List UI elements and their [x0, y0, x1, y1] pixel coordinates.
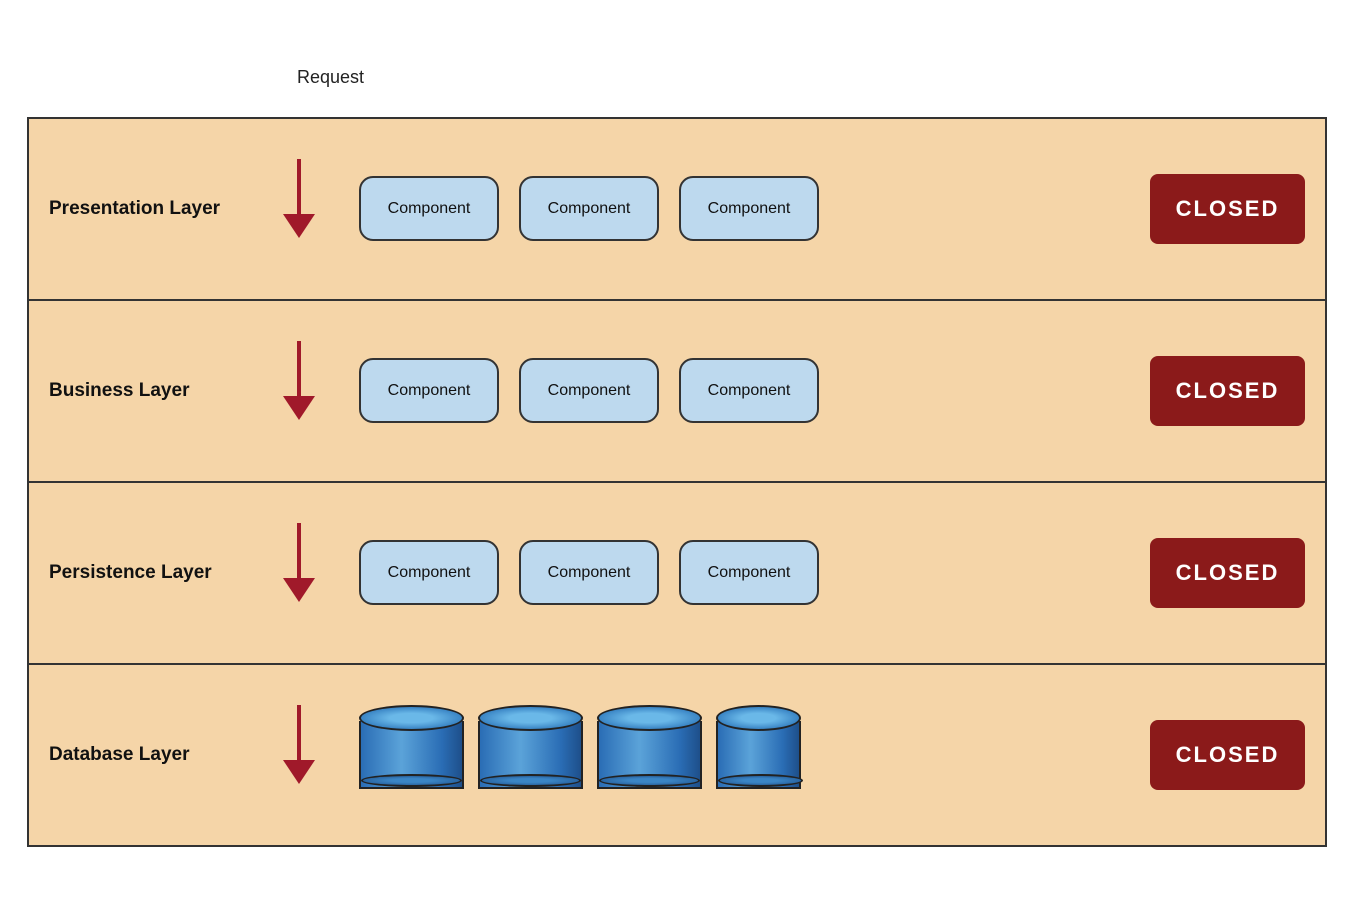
business-arrow-col	[249, 321, 349, 461]
diagram-container: Request Presentation Layer Component Com…	[27, 67, 1327, 857]
persistence-layer: Persistence Layer Component Component Co…	[27, 483, 1327, 665]
persistence-layer-label: Persistence Layer	[49, 562, 249, 584]
database-layer-label: Database Layer	[49, 744, 249, 766]
business-layer: Business Layer Component Component Compo…	[27, 301, 1327, 483]
db-top-4	[716, 705, 801, 731]
db-cylinder-4	[716, 705, 801, 795]
database-closed-badge: CLOSED	[1150, 720, 1305, 790]
business-component-2: Component	[519, 358, 659, 423]
persistence-components: Component Component Component	[349, 540, 1150, 605]
presentation-layer: Presentation Layer Component Component C…	[27, 117, 1327, 301]
presentation-layer-label: Presentation Layer	[49, 198, 249, 220]
arrow-head	[283, 214, 315, 238]
presentation-components: Component Component Component	[349, 176, 1150, 241]
presentation-component-3: Component	[679, 176, 819, 241]
business-layer-label: Business Layer	[49, 380, 249, 402]
business-component-1: Component	[359, 358, 499, 423]
layers-wrapper: Presentation Layer Component Component C…	[27, 117, 1327, 847]
arrow-head	[283, 396, 315, 420]
persistence-down-arrow	[283, 523, 315, 623]
persistence-component-1: Component	[359, 540, 499, 605]
db-body-4	[716, 721, 801, 789]
arrow-shaft	[297, 159, 301, 214]
database-arrow-col	[249, 685, 349, 825]
persistence-arrow-col	[249, 503, 349, 643]
request-label: Request	[297, 67, 364, 88]
database-layer: Database Layer	[27, 665, 1327, 847]
db-cylinder-3	[597, 705, 702, 795]
db-body-3	[597, 721, 702, 789]
db-top-1	[359, 705, 464, 731]
arrow-shaft	[297, 523, 301, 578]
presentation-component-1: Component	[359, 176, 499, 241]
db-bottom-3	[599, 774, 700, 787]
db-cylinder-2	[478, 705, 583, 795]
arrow-head	[283, 578, 315, 602]
persistence-component-3: Component	[679, 540, 819, 605]
presentation-arrow-col	[249, 139, 349, 279]
db-body-2	[478, 721, 583, 789]
db-body-1	[359, 721, 464, 789]
db-cylinder-1	[359, 705, 464, 795]
database-components	[349, 705, 1150, 805]
presentation-component-2: Component	[519, 176, 659, 241]
database-down-arrow	[283, 705, 315, 805]
presentation-down-arrow	[283, 159, 315, 259]
db-bottom-2	[480, 774, 581, 787]
persistence-closed-badge: CLOSED	[1150, 538, 1305, 608]
db-top-3	[597, 705, 702, 731]
arrow-shaft	[297, 341, 301, 396]
presentation-closed-badge: CLOSED	[1150, 174, 1305, 244]
db-bottom-4	[718, 774, 803, 787]
business-component-3: Component	[679, 358, 819, 423]
business-components: Component Component Component	[349, 358, 1150, 423]
arrow-shaft	[297, 705, 301, 760]
db-bottom-1	[361, 774, 462, 787]
business-down-arrow	[283, 341, 315, 441]
arrow-head	[283, 760, 315, 784]
persistence-component-2: Component	[519, 540, 659, 605]
business-closed-badge: CLOSED	[1150, 356, 1305, 426]
db-top-2	[478, 705, 583, 731]
